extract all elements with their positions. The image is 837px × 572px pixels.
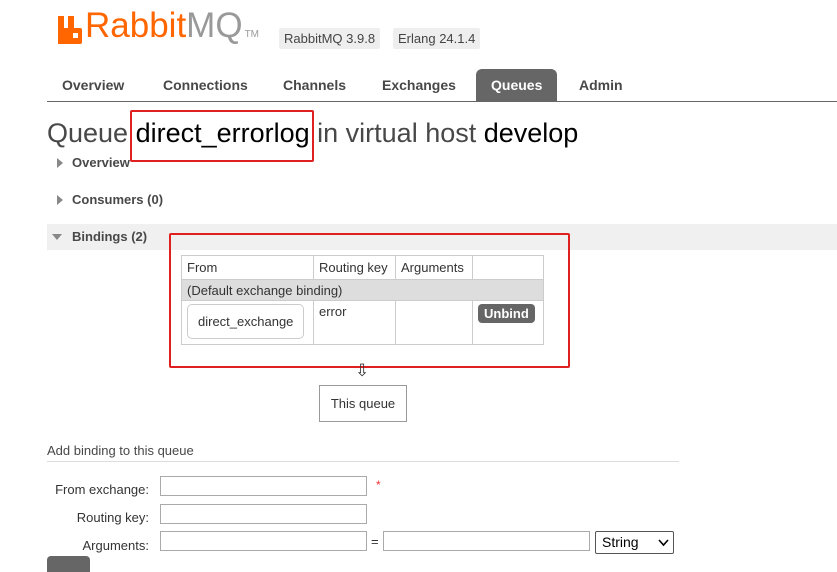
routing-key-input[interactable] (160, 504, 367, 524)
from-exchange-input[interactable] (160, 476, 367, 496)
chevron-down-icon (658, 532, 669, 561)
argument-type-select[interactable]: String (595, 531, 674, 554)
tab-exchanges[interactable]: Exchanges (367, 69, 471, 101)
down-arrow-icon: ⇩ (355, 361, 370, 380)
equals-sign: = (371, 534, 379, 549)
rabbitmq-logo[interactable]: RabbitMQ TM (58, 8, 259, 44)
vhost-name: develop (483, 118, 579, 148)
rabbit-logo-icon (58, 16, 82, 44)
logo-trademark: TM (244, 29, 260, 40)
collapse-arrow-icon (52, 234, 62, 240)
from-exchange-label: From exchange: (55, 482, 149, 497)
rabbitmq-version-badge: RabbitMQ 3.9.8 (279, 28, 381, 49)
required-marker: * (376, 478, 381, 492)
section-overview[interactable]: Overview (47, 150, 837, 176)
tab-admin[interactable]: Admin (564, 69, 638, 101)
tab-overview[interactable]: Overview (47, 69, 139, 101)
this-queue-box: This queue (319, 385, 407, 422)
tab-queues[interactable]: Queues (476, 69, 558, 101)
tab-channels[interactable]: Channels (268, 69, 361, 101)
erlang-version-badge: Erlang 24.1.4 (393, 28, 481, 49)
highlight-box-bindings (169, 233, 570, 368)
header: RabbitMQ TM RabbitMQ 3.9.8 Erlang 24.1.4 (0, 0, 837, 70)
add-binding-heading: Add binding to this queue (47, 443, 679, 462)
section-consumers[interactable]: Consumers (0) (47, 187, 837, 213)
arguments-label: Arguments: (82, 538, 149, 553)
routing-key-label: Routing key: (76, 510, 149, 525)
argument-value-input[interactable] (383, 531, 590, 551)
logo-wordmark: RabbitMQ (85, 6, 243, 45)
bind-button[interactable] (47, 556, 90, 572)
tab-connections[interactable]: Connections (148, 69, 263, 101)
expand-arrow-icon (57, 158, 63, 168)
expand-arrow-icon (57, 195, 63, 205)
argument-key-input[interactable] (160, 531, 367, 551)
main-nav-tabs: Overview Connections Channels Exchanges … (47, 69, 837, 102)
